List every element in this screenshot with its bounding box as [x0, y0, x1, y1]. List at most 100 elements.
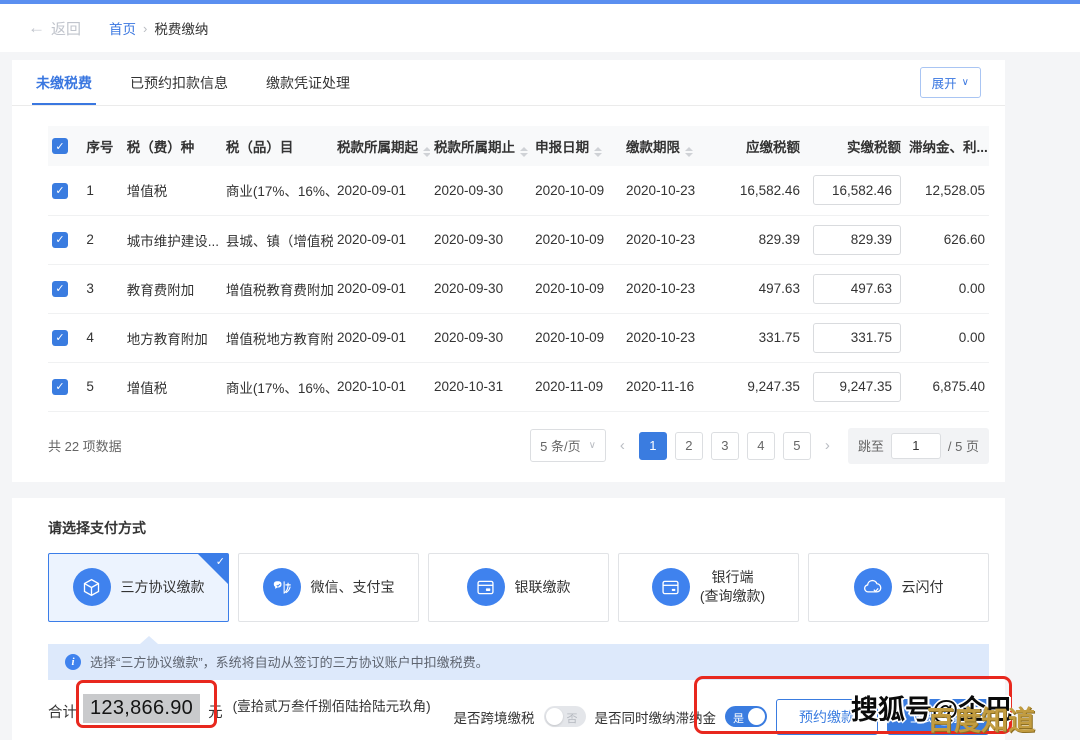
- back-button[interactable]: ← 返回: [28, 18, 81, 39]
- cell-no: 1: [82, 166, 122, 215]
- cell-declare-date: 2020-11-09: [531, 362, 622, 411]
- header-period-start[interactable]: 税款所属期起: [333, 126, 430, 166]
- cross-border-toggle[interactable]: 否: [544, 706, 586, 727]
- method-bank-terminal[interactable]: 银行端 (查询缴款): [618, 553, 799, 622]
- method-label: 银行端 (查询缴款): [700, 568, 765, 606]
- expand-button[interactable]: 展开 ∨: [920, 67, 981, 98]
- paid-amount-input[interactable]: [813, 274, 901, 304]
- header-payable: 应缴税额: [715, 126, 804, 166]
- breadcrumb-separator: ›: [143, 21, 147, 36]
- cell-period-end: 2020-09-30: [430, 215, 531, 264]
- row-checkbox[interactable]: ✓: [52, 281, 68, 297]
- row-checkbox[interactable]: ✓: [52, 330, 68, 346]
- page-button-5[interactable]: 5: [783, 432, 811, 460]
- paid-amount-input[interactable]: [813, 323, 901, 353]
- method-label: 微信、支付宝: [311, 578, 395, 597]
- toggle-knob: [546, 708, 563, 725]
- cell-tax-item: 商业(17%、16%、: [222, 362, 333, 411]
- page-button-1[interactable]: 1: [639, 432, 667, 460]
- row-checkbox[interactable]: ✓: [52, 183, 68, 199]
- cell-period-start: 2020-09-01: [333, 313, 430, 362]
- header-paid: 实缴税额: [804, 126, 905, 166]
- sort-icon[interactable]: [594, 147, 602, 157]
- table-row: ✓ 1 增值税 商业(17%、16%、 2020-09-01 2020-09-3…: [48, 166, 989, 215]
- breadcrumb-current: 税费缴纳: [154, 18, 208, 38]
- tab-reserved-deduction-info[interactable]: 已预约扣款信息: [130, 60, 228, 105]
- cell-payable: 497.63: [715, 264, 804, 313]
- cell-declare-date: 2020-10-09: [531, 313, 622, 362]
- table-row: ✓ 5 增值税 商业(17%、16%、 2020-10-01 2020-10-3…: [48, 362, 989, 411]
- row-checkbox[interactable]: ✓: [52, 379, 68, 395]
- header-pay-deadline[interactable]: 缴款期限: [622, 126, 715, 166]
- breadcrumb-home[interactable]: 首页: [109, 18, 136, 38]
- method-label: 三方协议缴款: [121, 578, 205, 597]
- cell-late-fee: 626.60: [905, 215, 989, 264]
- page-button-3[interactable]: 3: [711, 432, 739, 460]
- paid-amount-input[interactable]: [813, 372, 901, 402]
- cell-tax-type: 地方教育附加: [123, 313, 222, 362]
- bank-card-icon: [467, 568, 505, 606]
- cell-declare-date: 2020-10-09: [531, 264, 622, 313]
- cell-no: 4: [82, 313, 122, 362]
- cell-period-start: 2020-10-01: [333, 362, 430, 411]
- cell-payable: 331.75: [715, 313, 804, 362]
- payment-methods: ✓ 三方协议缴款 微信、支付宝 银联缴款 银行端 (查询缴款): [48, 553, 989, 622]
- page-button-2[interactable]: 2: [675, 432, 703, 460]
- tab-payment-voucher[interactable]: 缴款凭证处理: [266, 60, 350, 105]
- header-no: 序号: [82, 126, 122, 166]
- expand-label: 展开: [932, 73, 957, 92]
- sort-icon[interactable]: [520, 147, 528, 157]
- cell-period-start: 2020-09-01: [333, 215, 430, 264]
- header-tax-item: 税（品）目: [222, 126, 333, 166]
- next-page-button[interactable]: ›: [819, 437, 836, 454]
- chevron-down-icon: ∨: [589, 440, 596, 451]
- cell-tax-type: 教育费附加: [123, 264, 222, 313]
- method-tripartite-agreement[interactable]: ✓ 三方协议缴款: [48, 553, 229, 622]
- tab-unpaid-taxes[interactable]: 未缴税费: [36, 60, 92, 105]
- back-label: 返回: [51, 18, 81, 39]
- payment-section-label: 请选择支付方式: [12, 498, 1005, 538]
- check-icon: ✓: [216, 555, 225, 570]
- cell-no: 3: [82, 264, 122, 313]
- cloud-icon: [854, 568, 892, 606]
- cell-period-start: 2020-09-01: [333, 166, 430, 215]
- cell-payable: 829.39: [715, 215, 804, 264]
- prev-page-button[interactable]: ‹: [614, 437, 631, 454]
- paid-amount-input[interactable]: [813, 175, 901, 205]
- tax-table-card: 未缴税费 已预约扣款信息 缴款凭证处理 展开 ∨ ✓ 序号 税（费）种 税（品）…: [12, 60, 1005, 482]
- sort-icon[interactable]: [423, 147, 430, 157]
- cell-period-end: 2020-09-30: [430, 264, 531, 313]
- paid-amount-input[interactable]: [813, 225, 901, 255]
- cell-pay-deadline: 2020-10-23: [622, 313, 715, 362]
- notice-text: 选择“三方协议缴款”，系统将自动从签订的三方协议账户中扣缴税费。: [90, 652, 489, 671]
- jump-label: 跳至: [858, 436, 884, 455]
- late-fee-toggle[interactable]: 是: [725, 706, 767, 727]
- header-period-end[interactable]: 税款所属期止: [430, 126, 531, 166]
- cell-period-end: 2020-09-30: [430, 313, 531, 362]
- cell-tax-type: 增值税: [123, 166, 222, 215]
- header-declare-date[interactable]: 申报日期: [531, 126, 622, 166]
- method-unionpay[interactable]: 银联缴款: [428, 553, 609, 622]
- page-button-4[interactable]: 4: [747, 432, 775, 460]
- cell-tax-item: 增值税地方教育附: [222, 313, 333, 362]
- cell-period-end: 2020-10-31: [430, 362, 531, 411]
- table-row: ✓ 3 教育费附加 增值税教育费附加 2020-09-01 2020-09-30…: [48, 264, 989, 313]
- wechat-alipay-icon: [263, 568, 301, 606]
- cell-period-start: 2020-09-01: [333, 264, 430, 313]
- jump-page-input[interactable]: [891, 433, 941, 459]
- method-wechat-alipay[interactable]: 微信、支付宝: [238, 553, 419, 622]
- cross-border-label: 是否跨境缴税: [454, 707, 535, 727]
- late-fee-toggle-label: 是否同时缴纳滞纳金: [595, 707, 717, 727]
- sort-icon[interactable]: [685, 147, 693, 157]
- toggle-knob: [748, 708, 765, 725]
- page-jump-group: 跳至 / 5 页: [848, 428, 989, 464]
- select-all-checkbox[interactable]: ✓: [52, 138, 68, 154]
- tax-table: ✓ 序号 税（费）种 税（品）目 税款所属期起 税款所属期止 申报日期 缴款期限…: [48, 126, 989, 412]
- pagination-bar: 共 22 项数据 5 条/页 ∨ ‹ 1 2 3 4 5 › 跳至 / 5 页: [12, 412, 1005, 482]
- page-size-select[interactable]: 5 条/页 ∨: [530, 429, 606, 462]
- method-cloud-quickpass[interactable]: 云闪付: [808, 553, 989, 622]
- row-checkbox[interactable]: ✓: [52, 232, 68, 248]
- cell-pay-deadline: 2020-10-23: [622, 166, 715, 215]
- cell-no: 2: [82, 215, 122, 264]
- cell-declare-date: 2020-10-09: [531, 166, 622, 215]
